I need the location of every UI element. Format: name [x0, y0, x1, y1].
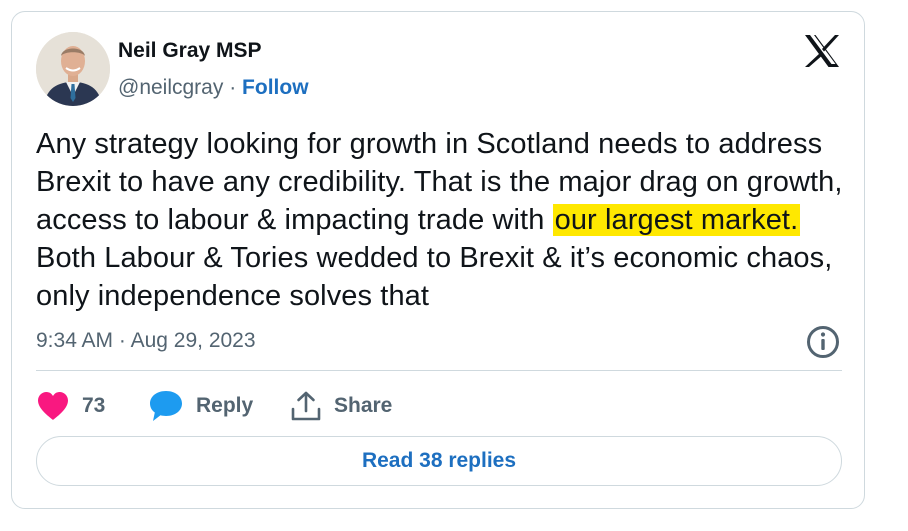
tweet-text-end: Both Labour & Tories wedded to Brexit & …	[36, 242, 833, 312]
handle-separator: ·	[229, 76, 237, 99]
tweet-time: 9:34 AM	[36, 329, 114, 352]
highlighted-text: our largest market.	[552, 204, 801, 236]
follow-button[interactable]: Follow	[242, 76, 309, 99]
reply-button[interactable]: Reply	[148, 388, 253, 424]
avatar[interactable]	[36, 32, 110, 106]
heart-icon	[38, 392, 68, 420]
author-handle-row: @neilcgray · Follow	[118, 76, 309, 100]
tweet-date: Aug 29, 2023	[130, 329, 256, 352]
share-label: Share	[334, 394, 393, 417]
tweet-card: Neil Gray MSP @neilcgray · Follow Any st…	[11, 11, 865, 509]
reply-label: Reply	[196, 394, 254, 417]
read-replies-button[interactable]: Read 38 replies	[36, 436, 842, 486]
speech-bubble-icon	[150, 391, 182, 421]
like-button[interactable]: 73	[36, 388, 105, 424]
like-count: 73	[82, 394, 106, 417]
info-icon[interactable]	[806, 325, 840, 359]
divider	[36, 370, 842, 371]
author-name[interactable]: Neil Gray MSP	[118, 39, 262, 63]
tweet-text: Any strategy looking for growth in Scotl…	[36, 125, 848, 315]
share-button[interactable]: Share	[290, 388, 392, 424]
avatar-portrait-icon	[36, 32, 110, 106]
timestamp-separator: ·	[118, 329, 126, 352]
author-handle[interactable]: @neilcgray	[118, 76, 223, 99]
tweet-timestamp[interactable]: 9:34 AM · Aug 29, 2023	[36, 329, 256, 353]
x-logo-icon[interactable]	[804, 34, 840, 68]
share-upload-icon	[291, 391, 321, 421]
